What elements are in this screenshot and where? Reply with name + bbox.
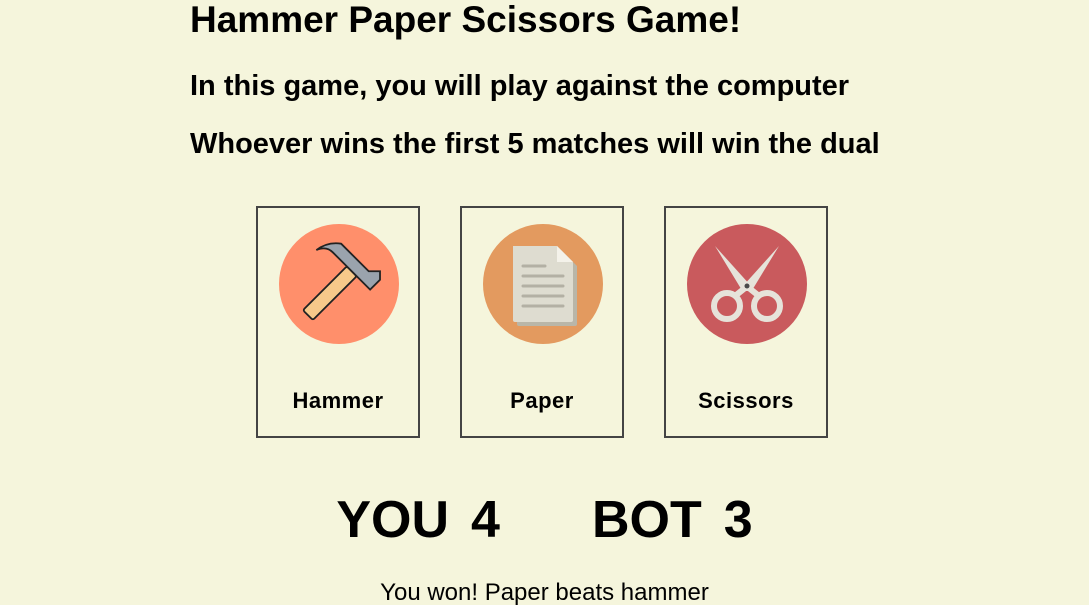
hammer-choice-button[interactable]: Hammer <box>256 206 420 438</box>
hammer-icon <box>279 224 399 344</box>
rules-text: Whoever wins the first 5 matches will wi… <box>190 128 880 160</box>
scissors-icon <box>687 224 807 344</box>
result-message: You won! Paper beats hammer <box>380 579 709 605</box>
bot-label: BOT <box>591 491 702 549</box>
intro-text: In this game, you will play against the … <box>190 70 850 102</box>
page-title: Hammer Paper Scissors Game! <box>190 0 742 40</box>
paper-icon <box>483 224 603 344</box>
you-label: YOU <box>336 491 450 549</box>
scissors-label: Scissors <box>698 388 794 413</box>
hammer-label: Hammer <box>292 388 384 413</box>
bot-score: 3 <box>723 491 753 549</box>
scoreboard: YOU 4 BOT 3 <box>0 490 1089 550</box>
paper-label: Paper <box>510 388 574 413</box>
scissors-choice-button[interactable]: Scissors <box>664 206 828 438</box>
choice-cards: Hammer Paper Scissors <box>256 206 828 438</box>
paper-choice-button[interactable]: Paper <box>460 206 624 438</box>
game-page: Hammer Paper Scissors Game! In this game… <box>0 0 1089 605</box>
you-score: 4 <box>471 491 500 549</box>
